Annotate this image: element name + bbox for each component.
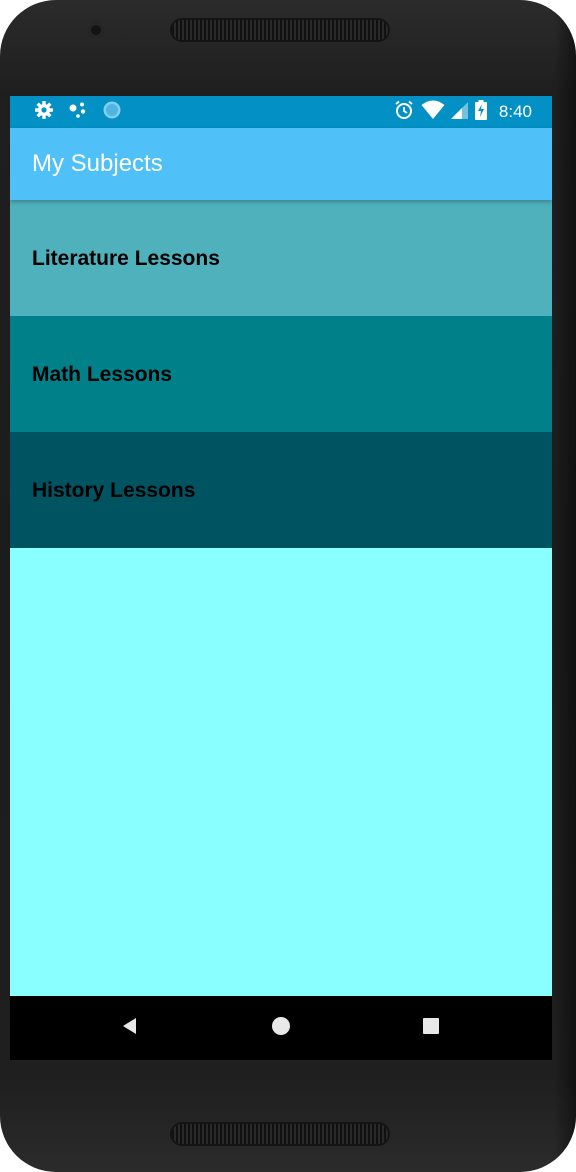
subject-list: Literature Lessons Math Lessons History …: [10, 200, 552, 548]
status-bar: 8:40: [10, 96, 552, 128]
status-left-icons: [34, 100, 122, 124]
list-item-literature[interactable]: Literature Lessons: [10, 200, 552, 316]
front-camera: [88, 22, 104, 38]
home-button[interactable]: [267, 1014, 295, 1042]
list-item-label: History Lessons: [32, 479, 196, 502]
recents-square-icon: [421, 1016, 441, 1040]
recents-button[interactable]: [417, 1014, 445, 1042]
phone-screen: 8:40 My Subjects Literature Lessons Math…: [10, 96, 552, 1060]
list-item-math[interactable]: Math Lessons: [10, 316, 552, 432]
circle-icon: [102, 100, 122, 124]
list-item-history[interactable]: History Lessons: [10, 432, 552, 548]
alarm-clock-icon: [393, 99, 415, 125]
navigation-bar: [10, 996, 552, 1060]
back-triangle-icon: [120, 1016, 140, 1040]
wifi-icon: [421, 100, 445, 124]
app-bar: My Subjects: [10, 128, 552, 200]
status-time: 8:40: [498, 102, 532, 121]
page-title: My Subjects: [32, 150, 163, 177]
settings-gear-icon: [34, 100, 54, 124]
bottom-speaker-grille: [172, 1124, 388, 1144]
phone-frame: 8:40 My Subjects Literature Lessons Math…: [0, 0, 576, 1172]
top-speaker-grille: [172, 20, 388, 40]
battery-charging-icon: [474, 100, 487, 124]
status-right-icons: 8:40: [393, 100, 532, 124]
list-item-label: Math Lessons: [32, 363, 173, 386]
back-button[interactable]: [116, 1014, 144, 1042]
list-item-label: Literature Lessons: [32, 247, 220, 270]
dots-icon: [68, 100, 88, 124]
home-circle-icon: [271, 1016, 291, 1040]
signal-icon: [450, 100, 469, 124]
